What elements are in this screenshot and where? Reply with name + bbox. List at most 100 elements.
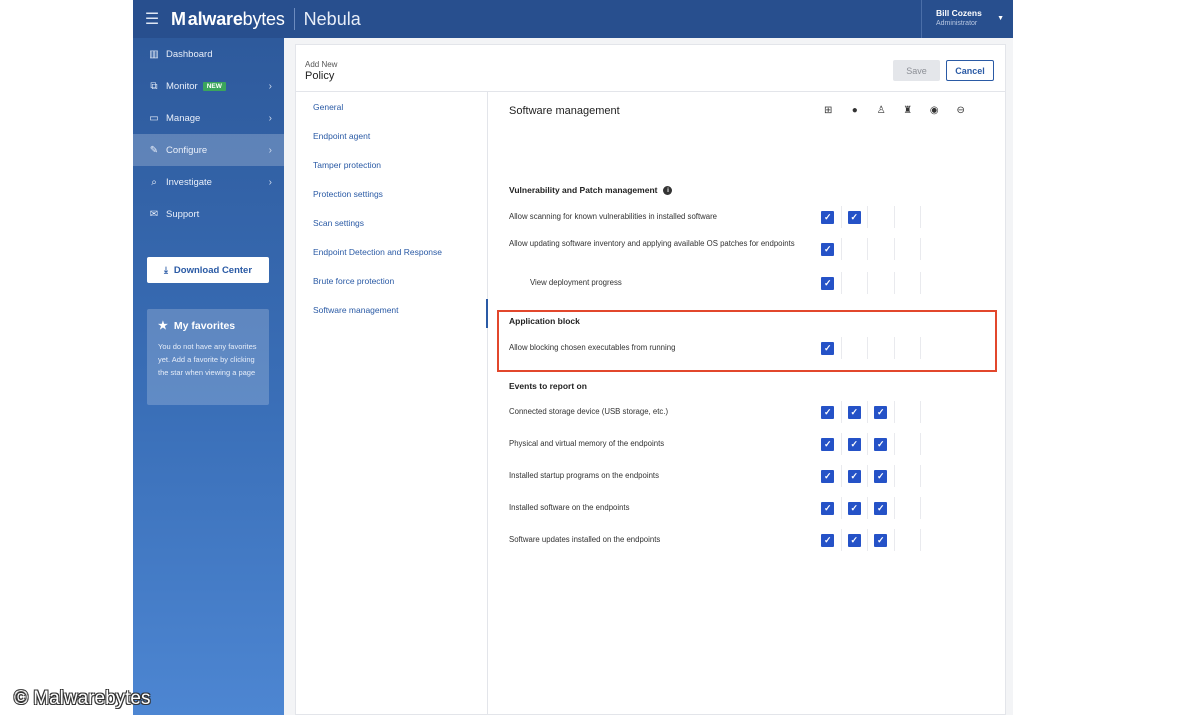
page-header: Add New Policy Save Cancel bbox=[296, 45, 1005, 92]
os-cell-linux: ✓ bbox=[868, 401, 895, 423]
os-checkbox-cells: ✓ ✓ bbox=[815, 206, 948, 228]
logo-text-light: bytes bbox=[242, 8, 285, 29]
os-cell-chrome bbox=[921, 465, 948, 487]
sidebar-item-configure[interactable]: ✎ Configure › bbox=[133, 134, 284, 166]
download-center-label: Download Center bbox=[173, 264, 253, 276]
setting-label: View deployment progress bbox=[530, 278, 622, 287]
download-icon: ⤓ bbox=[163, 264, 168, 275]
highlight-annotation-box bbox=[497, 310, 997, 372]
windows-icon: ⊞ bbox=[824, 105, 833, 116]
download-center-button[interactable]: ⤓ Download Center bbox=[147, 257, 269, 283]
os-cell-android bbox=[895, 401, 921, 423]
chat-icon: ✉ bbox=[149, 208, 159, 220]
checkbox-windows[interactable]: ✓ bbox=[821, 469, 835, 483]
checkbox-linux[interactable]: ✓ bbox=[874, 501, 888, 515]
os-cell-linux bbox=[868, 238, 895, 260]
sidebar-item-label: Configure bbox=[166, 144, 208, 156]
menu-item-software-management[interactable]: Software management bbox=[296, 295, 488, 328]
os-cell-linux: ✓ bbox=[868, 497, 895, 519]
section-title: Software management bbox=[509, 105, 620, 117]
os-cell-mac: ✓ bbox=[842, 465, 868, 487]
page-subtitle: Add New bbox=[305, 60, 338, 69]
vulnerability-group-label: Vulnerability and Patch management bbox=[509, 185, 658, 195]
checkbox-windows[interactable]: ✓ bbox=[821, 276, 835, 290]
menu-item-endpoint-agent[interactable]: Endpoint agent bbox=[296, 121, 487, 150]
cancel-button[interactable]: Cancel bbox=[946, 60, 994, 81]
os-cell-chrome bbox=[921, 238, 948, 260]
os-cell-chrome bbox=[921, 433, 948, 455]
app-window: ☰ Malware bytes Nebula Bill Cozens Admini… bbox=[133, 0, 1013, 715]
chevron-right-icon: › bbox=[268, 80, 272, 92]
sidebar-item-label: Dashboard bbox=[166, 48, 213, 60]
checkbox-mac[interactable]: ✓ bbox=[847, 405, 861, 419]
menu-item-protection-settings[interactable]: Protection settings bbox=[296, 179, 487, 208]
top-bar: ☰ Malware bytes Nebula Bill Cozens Admini… bbox=[133, 0, 1013, 38]
checkbox-mac[interactable]: ✓ bbox=[847, 210, 861, 224]
sidebar: ▥ Dashboard ⧉ Monitor NEW › ▭ Manage › ✎… bbox=[133, 38, 284, 715]
hamburger-menu-icon[interactable]: ☰ bbox=[133, 0, 171, 38]
software-management-content: Software management ⊞ ● ♙ ♜ ◉ ⊖ Vulnerab… bbox=[489, 92, 1005, 714]
caret-down-icon[interactable]: ▼ bbox=[997, 15, 1004, 22]
info-icon[interactable]: i bbox=[663, 185, 673, 195]
checkbox-windows[interactable]: ✓ bbox=[821, 210, 835, 224]
checkbox-windows[interactable]: ✓ bbox=[821, 437, 835, 451]
sidebar-item-manage[interactable]: ▭ Manage › bbox=[133, 102, 284, 134]
sidebar-item-dashboard[interactable]: ▥ Dashboard bbox=[133, 38, 284, 70]
checkbox-mac[interactable]: ✓ bbox=[847, 437, 861, 451]
checkbox-linux[interactable]: ✓ bbox=[874, 437, 888, 451]
os-cell-linux bbox=[868, 272, 895, 294]
setting-label: Allow scanning for known vulnerabilities… bbox=[509, 212, 718, 221]
checkbox-mac[interactable]: ✓ bbox=[847, 501, 861, 515]
os-icon-row: ⊞ ● ♙ ♜ ◉ ⊖ bbox=[815, 102, 974, 120]
checkbox-mac[interactable]: ✓ bbox=[847, 469, 861, 483]
os-cell-chrome bbox=[921, 272, 948, 294]
checkbox-windows[interactable]: ✓ bbox=[821, 242, 835, 256]
linux-icon: ♙ bbox=[876, 105, 886, 116]
malwarebytes-logo[interactable]: Malware bytes bbox=[171, 9, 285, 30]
os-checkbox-cells: ✓ ✓ ✓ bbox=[815, 465, 948, 487]
vulnerability-group-title: Vulnerability and Patch management i bbox=[509, 185, 673, 195]
favorites-title: ★ My favorites bbox=[158, 319, 258, 333]
checkbox-windows[interactable]: ✓ bbox=[821, 405, 835, 419]
checkbox-windows[interactable]: ✓ bbox=[821, 501, 835, 515]
apple-icon: ● bbox=[851, 105, 858, 116]
os-cell-mac: ✓ bbox=[842, 206, 868, 228]
sidebar-item-monitor[interactable]: ⧉ Monitor NEW › bbox=[133, 70, 284, 102]
menu-item-brute-force-protection[interactable]: Brute force protection bbox=[296, 266, 487, 295]
checkbox-linux[interactable]: ✓ bbox=[874, 405, 888, 419]
checkbox-linux[interactable]: ✓ bbox=[874, 469, 888, 483]
events-group-title: Events to report on bbox=[509, 381, 587, 391]
checkbox-linux[interactable]: ✓ bbox=[874, 533, 888, 547]
os-cell-windows: ✓ bbox=[815, 401, 842, 423]
os-cell-android bbox=[895, 272, 921, 294]
policy-settings-menu: General Endpoint agent Tamper protection… bbox=[296, 92, 488, 714]
chevron-right-icon: › bbox=[268, 112, 272, 124]
product-name: Nebula bbox=[303, 8, 361, 29]
star-icon: ★ bbox=[158, 320, 168, 332]
checkbox-windows[interactable]: ✓ bbox=[821, 533, 835, 547]
search-icon: ⌕ bbox=[151, 176, 157, 188]
os-checkbox-cells: ✓ ✓ ✓ bbox=[815, 497, 948, 519]
page-title: Policy bbox=[305, 70, 335, 82]
logo-mark: M bbox=[171, 8, 186, 29]
menu-item-general[interactable]: General bbox=[296, 92, 487, 121]
os-cell-android bbox=[895, 465, 921, 487]
user-menu[interactable]: Bill Cozens Administrator ▼ bbox=[921, 0, 1013, 38]
os-checkbox-cells: ✓ bbox=[815, 238, 948, 260]
menu-item-scan-settings[interactable]: Scan settings bbox=[296, 208, 487, 237]
os-cell-windows: ✓ bbox=[815, 529, 842, 551]
menu-item-edr[interactable]: Endpoint Detection and Response bbox=[296, 237, 487, 266]
checkbox-mac[interactable]: ✓ bbox=[847, 533, 861, 547]
setting-label: Software updates installed on the endpoi… bbox=[509, 535, 661, 544]
menu-item-tamper-protection[interactable]: Tamper protection bbox=[296, 150, 487, 179]
os-cell-mac bbox=[842, 272, 868, 294]
os-cell-android bbox=[895, 529, 921, 551]
os-cell-windows: ✓ bbox=[815, 272, 842, 294]
sidebar-item-investigate[interactable]: ⌕ Investigate › bbox=[133, 166, 284, 198]
binoculars-icon: ⧉ bbox=[150, 80, 158, 92]
save-button[interactable]: Save bbox=[893, 60, 940, 81]
favorites-panel: ★ My favorites You do not have any favor… bbox=[147, 309, 269, 405]
sidebar-item-support[interactable]: ✉ Support bbox=[133, 198, 284, 230]
setting-label: Installed software on the endpoints bbox=[509, 503, 630, 512]
setting-label: Connected storage device (USB storage, e… bbox=[509, 407, 669, 416]
